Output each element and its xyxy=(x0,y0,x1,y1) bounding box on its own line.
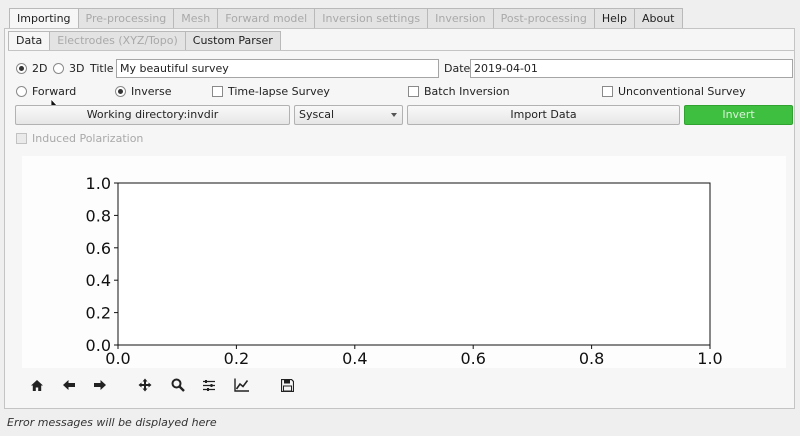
x-axis: 0.0 0.2 0.4 0.6 0.8 1.0 xyxy=(105,345,723,368)
import-data-button[interactable]: Import Data xyxy=(407,105,680,125)
time-lapse-check-indicator[interactable] xyxy=(212,86,223,97)
subtab-electrodes[interactable]: Electrodes (XYZ/Topo) xyxy=(49,31,186,50)
unconventional-check-indicator[interactable] xyxy=(602,86,613,97)
radio-3d-label: 3D xyxy=(69,62,85,75)
x-tick-label: 0.4 xyxy=(342,349,367,368)
date-input[interactable] xyxy=(470,59,793,78)
home-icon[interactable] xyxy=(28,376,46,394)
tab-forward-model[interactable]: Forward model xyxy=(217,8,316,28)
y-tick-label: 0.2 xyxy=(86,304,111,323)
tab-mesh[interactable]: Mesh xyxy=(173,8,219,28)
save-icon[interactable] xyxy=(278,376,296,394)
radio-2d-indicator[interactable] xyxy=(16,63,27,74)
edit-axis-icon[interactable] xyxy=(233,376,251,394)
time-lapse-label: Time-lapse Survey xyxy=(228,85,330,98)
pan-icon[interactable] xyxy=(136,376,154,394)
radio-inverse-label: Inverse xyxy=(131,85,172,98)
working-directory-button[interactable]: Working directory:invdir xyxy=(15,105,290,125)
radio-forward-label: Forward xyxy=(32,85,77,98)
radio-3d-indicator[interactable] xyxy=(53,63,64,74)
tab-inversion-settings[interactable]: Inversion settings xyxy=(314,8,429,28)
zoom-icon[interactable] xyxy=(169,376,187,394)
forward-arrow-icon[interactable] xyxy=(91,376,109,394)
format-select[interactable]: Syscal xyxy=(294,105,403,125)
chevron-down-icon xyxy=(391,113,397,117)
tab-importing[interactable]: Importing xyxy=(9,8,79,29)
plot-axes-frame xyxy=(117,182,711,346)
unconventional-label: Unconventional Survey xyxy=(618,85,746,98)
radio-2d[interactable]: 2D xyxy=(16,62,47,75)
radio-inverse[interactable]: Inverse xyxy=(115,85,172,98)
subtab-data[interactable]: Data xyxy=(8,31,51,50)
format-select-value: Syscal xyxy=(299,108,335,121)
date-label: Date xyxy=(444,62,471,75)
time-lapse-checkbox[interactable]: Time-lapse Survey xyxy=(212,85,330,98)
ip-label: Induced Polarization xyxy=(32,132,144,145)
x-tick-label: 1.0 xyxy=(697,349,722,368)
status-message: Error messages will be displayed here xyxy=(7,416,217,429)
induced-polarization-checkbox[interactable]: Induced Polarization xyxy=(16,132,143,145)
y-tick-label: 1.0 xyxy=(86,174,111,193)
radio-inverse-indicator[interactable] xyxy=(115,86,126,97)
batch-inversion-checkbox[interactable]: Batch Inversion xyxy=(408,85,510,98)
x-tick-label: 0.8 xyxy=(579,349,604,368)
y-tick-label: 0.8 xyxy=(86,206,111,225)
unconventional-checkbox[interactable]: Unconventional Survey xyxy=(602,85,746,98)
ip-check-indicator[interactable] xyxy=(16,133,27,144)
tab-inversion[interactable]: Inversion xyxy=(427,8,494,28)
batch-check-indicator[interactable] xyxy=(408,86,419,97)
invert-button[interactable]: Invert xyxy=(684,105,793,125)
tab-help[interactable]: Help xyxy=(593,8,635,28)
plot-canvas[interactable]: 0.0 0.2 0.4 0.6 0.8 1.0 0.0 0.2 0.4 0.6 0.8 1.0 xyxy=(22,156,786,368)
y-tick-label: 0.4 xyxy=(86,271,111,290)
tab-pre-processing[interactable]: Pre-processing xyxy=(77,8,175,28)
y-axis: 0.00.20.40.60.81.0 xyxy=(86,174,118,355)
title-input[interactable] xyxy=(116,59,439,78)
plot-svg: 0.0 0.2 0.4 0.6 0.8 1.0 0.0 0.2 0.4 0.6 0.8 1.0 xyxy=(86,174,723,368)
tab-about[interactable]: About xyxy=(633,8,683,28)
main-tab-bar: Importing Pre-processing Mesh Forward mo… xyxy=(9,8,683,29)
radio-2d-label: 2D xyxy=(32,62,48,75)
title-label: Title xyxy=(90,62,114,75)
x-tick-label: 0.6 xyxy=(460,349,485,368)
sub-tab-bar: Data Electrodes (XYZ/Topo) Custom Parser xyxy=(8,31,281,50)
back-arrow-icon[interactable] xyxy=(60,376,78,394)
configure-subplots-icon[interactable] xyxy=(200,376,218,394)
radio-forward-indicator[interactable] xyxy=(16,86,27,97)
radio-3d[interactable]: 3D xyxy=(53,62,84,75)
tab-post-processing[interactable]: Post-processing xyxy=(492,8,595,28)
y-tick-label: 0.6 xyxy=(86,239,111,258)
radio-forward[interactable]: Forward xyxy=(16,85,76,98)
x-tick-label: 0.2 xyxy=(224,349,249,368)
subtab-custom-parser[interactable]: Custom Parser xyxy=(184,31,281,50)
batch-label: Batch Inversion xyxy=(424,85,510,98)
x-tick-label: 0.0 xyxy=(105,349,130,368)
